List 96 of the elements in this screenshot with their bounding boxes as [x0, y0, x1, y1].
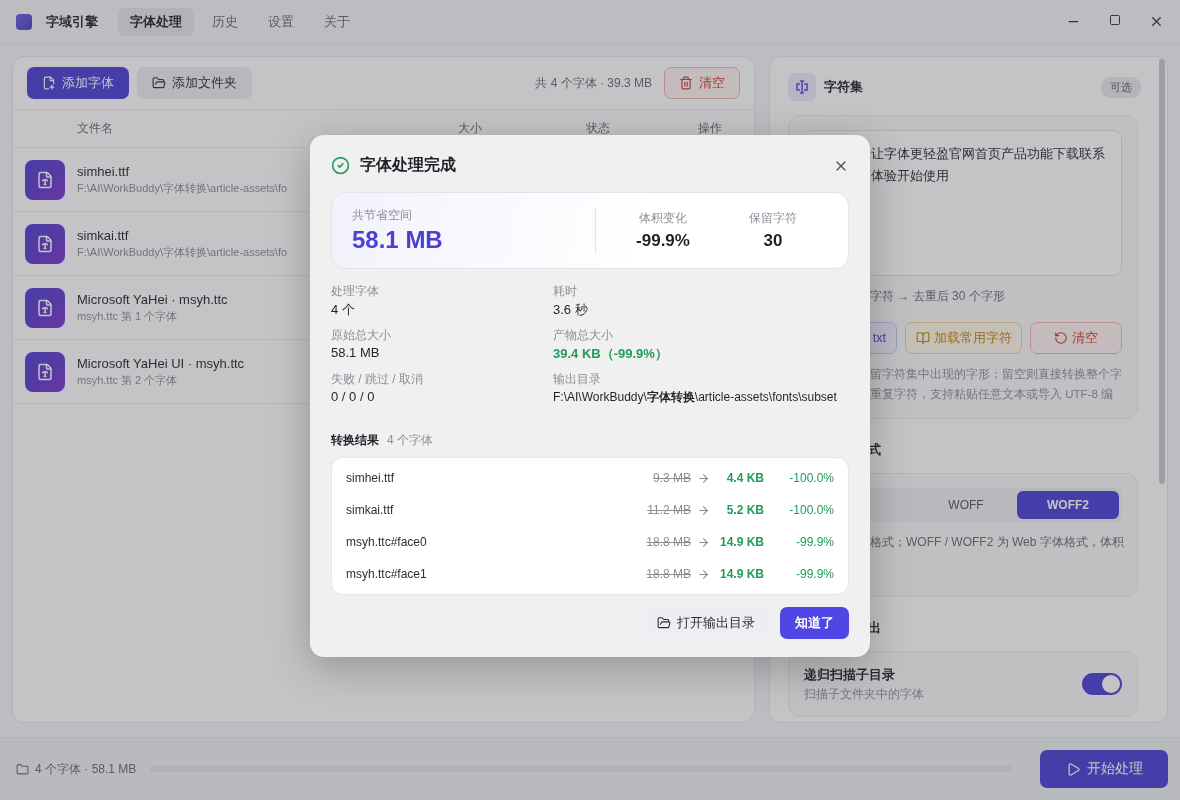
file-name: simkai.ttf: [77, 227, 129, 243]
optional-badge: 可选: [1101, 76, 1141, 98]
nav-tab[interactable]: 设置: [256, 7, 306, 36]
nav-tab[interactable]: 历史: [200, 7, 250, 36]
result-name: msyh.ttc#face1: [346, 567, 428, 581]
dialog-title: 字体处理完成: [360, 155, 456, 175]
reset-icon: [1054, 331, 1068, 345]
text-cursor-icon: [788, 73, 816, 101]
ok-button[interactable]: 知道了: [780, 607, 849, 639]
format-option[interactable]: WOFF2: [1017, 491, 1119, 519]
new-size: 5.2 KB: [725, 503, 764, 517]
format-option[interactable]: WOFF: [915, 491, 1017, 519]
column-header: 大小: [458, 120, 483, 137]
result-name: simhei.ttf: [346, 471, 395, 485]
trash-icon: [679, 76, 693, 90]
detail-label: 原始总大小: [331, 327, 392, 344]
font-file-icon: [25, 351, 65, 392]
detail-label: 输出目录: [553, 371, 602, 388]
result-name: msyh.ttc#face0: [346, 535, 428, 549]
file-name: Microsoft YaHei · msyh.ttc: [77, 291, 228, 307]
section-title: 字符集: [824, 78, 863, 96]
recursive-toggle[interactable]: [1082, 673, 1122, 695]
option-description: 扫描子文件夹中的字体: [804, 687, 925, 702]
column-header: 状态: [586, 120, 611, 137]
detail-value: 39.4 KB（-99.9%）: [553, 345, 669, 363]
font-file-icon: [25, 159, 65, 200]
new-size: 14.9 KB: [718, 535, 764, 549]
results-count: 4 个字体: [387, 432, 433, 449]
detail-value: 4 个: [331, 301, 356, 319]
new-size: 4.4 KB: [725, 471, 764, 485]
original-size: 18.8 MB: [646, 567, 691, 581]
clear-button[interactable]: 清空: [664, 67, 740, 99]
file-name: Microsoft YaHei UI · msyh.ttc: [77, 355, 245, 371]
file-summary: 共 4 个字体 · 39.3 MB: [535, 74, 652, 92]
app-logo-icon: [16, 13, 32, 30]
load-common-button[interactable]: 加载常用字符: [905, 322, 1022, 354]
detail-value: 58.1 MB: [331, 345, 381, 360]
saved-space-value: 58.1 MB: [352, 226, 444, 254]
file-name: simhei.ttf: [77, 163, 129, 179]
result-name: simkai.ttf: [346, 503, 395, 517]
file-plus-icon: [42, 76, 56, 90]
start-button[interactable]: 开始处理: [1040, 750, 1168, 788]
original-size: 18.8 MB: [646, 535, 691, 549]
arrow-icon: [697, 471, 710, 485]
nav-tab[interactable]: 关于: [312, 7, 362, 36]
stat-label: 保留字符: [749, 210, 797, 227]
detail-value: F:\AI\WorkBuddy\字体转换\article-assets\fonts\subset: [553, 389, 838, 406]
folder-icon: [16, 762, 29, 776]
arrow-icon: [697, 535, 710, 549]
font-file-icon: [25, 223, 65, 264]
detail-label: 处理字体: [331, 283, 380, 300]
detail-label: 失败 / 跳过 / 取消: [331, 371, 424, 388]
file-path: msyh.ttc 第 1 个字体: [77, 308, 178, 324]
detail-value: 0 / 0 / 0: [331, 389, 376, 404]
results-title: 转换结果: [331, 432, 379, 449]
file-path: F:\AI\WorkBuddy\字体转换\article-assets\fo: [77, 244, 288, 260]
folder-icon: [152, 76, 166, 90]
add-folder-button[interactable]: 添加文件夹: [137, 67, 252, 99]
font-file-icon: [25, 287, 65, 328]
size-change: -99.9%: [794, 535, 834, 549]
size-change: -100.0%: [788, 503, 834, 517]
arrow-icon: [697, 567, 710, 581]
help-text: 重复字符，支持粘贴任意文本或导入 UTF-8 编: [870, 387, 1113, 402]
detail-label: 产物总大小: [553, 327, 614, 344]
file-path: msyh.ttc 第 2 个字体: [77, 372, 178, 388]
clear-charset-button[interactable]: 清空: [1030, 322, 1122, 354]
detail-value: 3.6 秒: [553, 301, 589, 319]
close-icon[interactable]: [1149, 14, 1164, 29]
folder-icon: [657, 616, 671, 630]
size-change: -99.9%: [794, 567, 834, 581]
original-size: 9.3 MB: [653, 471, 691, 485]
scrollbar[interactable]: [1159, 59, 1165, 484]
open-output-button[interactable]: 打开输出目录: [642, 607, 770, 639]
column-header: 操作: [698, 120, 723, 137]
file-path: F:\AI\WorkBuddy\字体转换\article-assets\fo: [77, 180, 288, 196]
help-text: 留字符集中出现的字形；留空则直接转换整个字: [870, 367, 1122, 382]
column-header: 文件名: [77, 120, 114, 137]
arrow-icon: [697, 503, 710, 517]
option-title: 递归扫描子目录: [804, 666, 896, 684]
nav-tab[interactable]: 字体处理: [118, 7, 194, 36]
help-text: 格式；WOFF / WOFF2 为 Web 字体格式，体积: [870, 534, 1124, 551]
detail-label: 耗时: [553, 283, 578, 300]
stat-label: 体积变化: [639, 210, 687, 227]
play-icon: [1065, 761, 1081, 777]
book-icon: [915, 331, 930, 345]
stat-label: 共节省空间: [352, 207, 413, 224]
new-size: 14.9 KB: [718, 567, 764, 581]
glyph-count: 字符 → 去重后 30 个字形: [870, 288, 1005, 305]
original-size: 11.2 MB: [647, 503, 691, 517]
stat-value: -99.9%: [636, 231, 690, 251]
queue-summary: 4 个字体 · 58.1 MB: [35, 760, 137, 778]
size-change: -100.0%: [788, 471, 834, 485]
add-font-button[interactable]: 添加字体: [27, 67, 129, 99]
app-name: 字域引擎: [46, 12, 98, 31]
stat-value: 30: [763, 231, 783, 251]
success-icon: [331, 156, 350, 175]
